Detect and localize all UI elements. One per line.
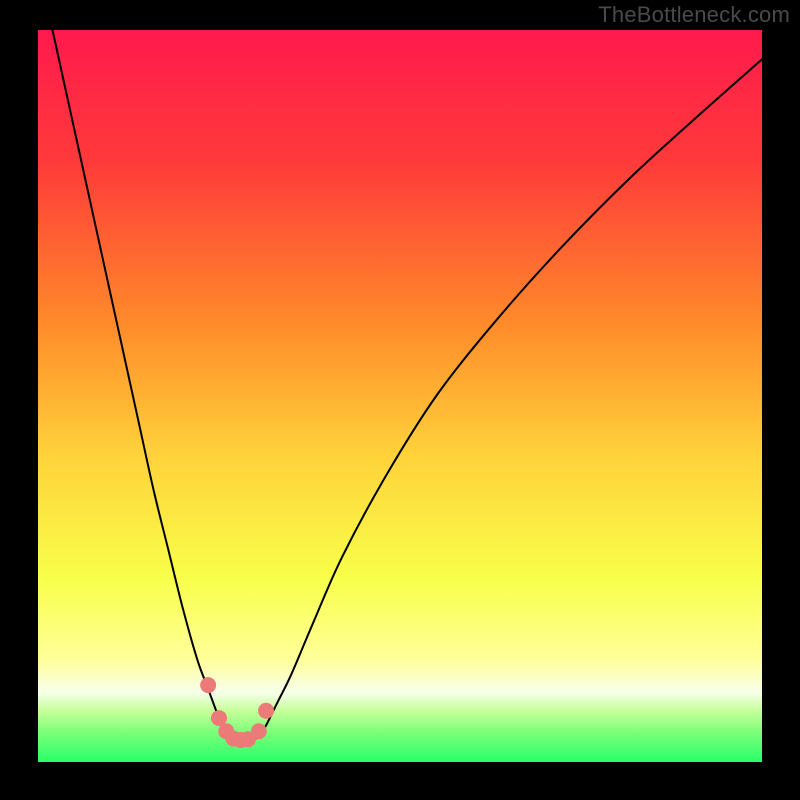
- marker-point: [258, 703, 274, 719]
- marker-point: [251, 723, 267, 739]
- gradient-background: [38, 30, 762, 762]
- marker-point: [200, 677, 216, 693]
- chart-svg: [38, 30, 762, 762]
- chart-frame: TheBottleneck.com: [0, 0, 800, 800]
- plot-area: [38, 30, 762, 762]
- watermark-text: TheBottleneck.com: [598, 2, 790, 28]
